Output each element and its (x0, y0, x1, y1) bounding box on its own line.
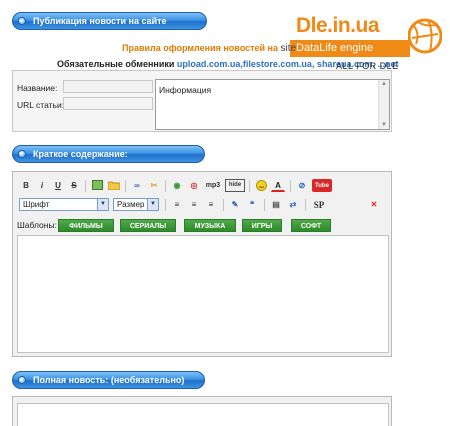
bullet-icon (18, 376, 26, 384)
logo-tagline: DataLife engine (290, 40, 410, 57)
template-games-button[interactable]: ИГРЫ (242, 219, 282, 232)
name-input[interactable] (63, 80, 153, 93)
quote-icon[interactable]: ❝ (245, 198, 259, 211)
youtube-icon[interactable]: Tube (312, 179, 332, 192)
smile-icon[interactable] (254, 179, 268, 192)
bullet-icon (18, 150, 26, 158)
flash-icon[interactable]: ◉ (170, 179, 184, 192)
short-content-textarea[interactable] (17, 235, 389, 353)
text-color-icon[interactable]: A (271, 179, 285, 192)
info-text: Информация (159, 85, 212, 95)
italic-button[interactable]: i (35, 179, 49, 192)
short-content-editor: B i U S ∞ ✂ ◉ ◎ mp3 hide A ⊘ Tube Шрифт … (12, 171, 392, 357)
toolbar-row-1: B i U S ∞ ✂ ◉ ◎ mp3 hide A ⊘ Tube (17, 179, 387, 194)
publish-news-title: Публикация новости на сайте (33, 16, 167, 26)
info-textarea[interactable]: Информация ▲ ▼ (155, 79, 390, 130)
sp-button[interactable]: SP (310, 198, 328, 211)
chevron-down-icon: ▼ (147, 199, 158, 210)
unlink-icon[interactable]: ✂ (147, 179, 161, 192)
full-news-textarea[interactable] (17, 403, 389, 426)
strike-button[interactable]: S (67, 179, 81, 192)
align-center-icon[interactable]: ≡ (187, 198, 201, 211)
template-music-button[interactable]: МУЗЫКА (184, 219, 236, 232)
font-select-value: Шрифт (23, 200, 50, 209)
publish-news-header: Публикация новости на сайте (12, 12, 207, 30)
template-series-button[interactable]: СЕРИАЛЫ (120, 219, 176, 232)
rules-site: site (280, 43, 297, 54)
short-content-header: Краткое содержание: (12, 145, 205, 163)
link-icon[interactable]: ∞ (130, 179, 144, 192)
underline-button[interactable]: U (51, 179, 65, 192)
template-films-button[interactable]: ФИЛЬМЫ (58, 219, 114, 232)
rules-link[interactable]: Правила оформления новостей на (122, 43, 278, 53)
full-news-title: Полная новость: (необязательно) (33, 375, 185, 385)
url-label: URL статьи: (17, 100, 65, 110)
image-icon[interactable] (90, 179, 104, 192)
short-content-title: Краткое содержание: (33, 149, 128, 159)
bullet-icon (18, 17, 26, 25)
full-news-editor (12, 396, 392, 426)
templates-label: Шаблоны: (17, 220, 57, 230)
size-select[interactable]: Размер ▼ (113, 198, 159, 211)
spoiler-icon[interactable]: ⇄ (286, 198, 300, 211)
page-icon[interactable]: ▤ (269, 198, 283, 211)
hide-button[interactable]: hide (225, 179, 245, 192)
align-right-icon[interactable]: ≡ (204, 198, 218, 211)
globe-icon (408, 18, 442, 54)
align-left-icon[interactable]: ≡ (170, 198, 184, 211)
font-select[interactable]: Шрифт ▼ (19, 198, 109, 211)
exchangers-label: Обязательные обменники (57, 59, 175, 69)
rules-line: Правила оформления новостей на site (122, 43, 296, 54)
full-news-header: Полная новость: (необязательно) (12, 371, 205, 389)
toolbar-row-2: Шрифт ▼ Размер ▼ ≡ ≡ ≡ ✎ ❝ ▤ ⇄ SP ✕ (17, 198, 387, 213)
logo-title: Dle.in.ua (296, 14, 380, 37)
name-label: Название: (17, 83, 58, 93)
bold-button[interactable]: B (19, 179, 33, 192)
template-soft-button[interactable]: СОФТ (291, 219, 331, 232)
folder-icon[interactable] (107, 179, 121, 192)
info-scrollbar[interactable]: ▲ ▼ (378, 80, 389, 129)
mp3-button[interactable]: mp3 (203, 179, 223, 192)
ie-icon[interactable]: ⊘ (295, 179, 309, 192)
site-logo: Dle.in.ua DataLife engine (290, 14, 445, 62)
clear-format-icon[interactable]: ✕ (367, 198, 381, 211)
edit-icon[interactable]: ✎ (228, 198, 242, 211)
news-meta-panel: Название: URL статьи: Информация ▲ ▼ (12, 70, 392, 132)
chevron-down-icon: ▼ (97, 199, 108, 210)
size-select-value: Размер (117, 200, 145, 209)
media-icon[interactable]: ◎ (187, 179, 201, 192)
url-input[interactable] (63, 97, 153, 110)
